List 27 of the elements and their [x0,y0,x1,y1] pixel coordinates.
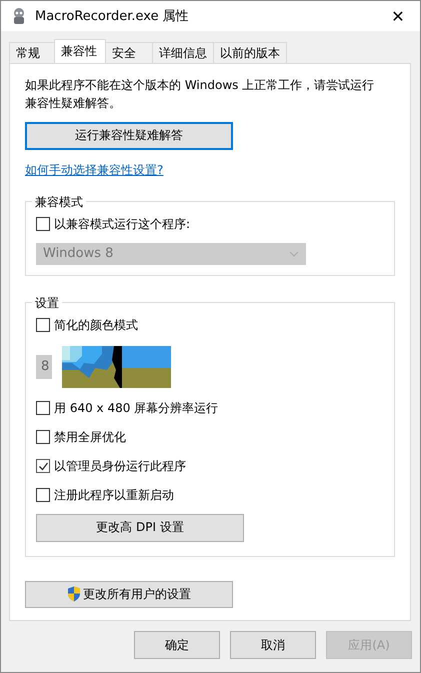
tab[interactable]: 常规 [9,42,57,63]
troubleshoot-button[interactable]: 运行兼容性疑难解答 [25,122,233,150]
chevron-down-icon [289,250,299,257]
checkbox[interactable] [36,430,50,444]
checkbox[interactable] [36,217,50,232]
help-link[interactable]: 如何手动选择兼容性设置? [25,162,164,179]
dialog-button[interactable]: 确定 [134,631,220,659]
dpi-settings-button[interactable]: 更改高 DPI 设置 [36,514,244,542]
all-users-button[interactable]: 更改所有用户的设置 [25,580,233,608]
checkbox[interactable] [36,401,50,416]
window-title: MacroRecorder.exe 属性 [35,8,190,25]
checkbox[interactable] [36,459,50,474]
checkbox[interactable] [36,318,50,332]
robot-icon [11,7,27,25]
checkbox-label: 注册此程序以重新启动 [54,486,174,504]
checkbox-label: 简化的颜色模式 [54,316,138,334]
shield-icon [67,586,81,602]
intro-text: 如果此程序不能在这个版本的 Windows 上正常工作，请尝试运行兼容性疑难解答。 [25,77,376,112]
checkbox-label: 用 640 x 480 屏幕分辨率运行 [54,400,218,417]
checkbox-label: 禁用全屏优化 [54,428,126,446]
tab[interactable]: 兼容性 [54,39,106,63]
checkbox-label: 以兼容模式运行这个程序: [54,216,190,233]
tab[interactable]: 以前的版本 [213,42,287,63]
checkbox-label: 以管理员身份运行此程序 [54,458,186,475]
dialog-button[interactable]: 取消 [230,631,316,659]
checkbox[interactable] [36,488,50,502]
close-button[interactable]: ✕ [376,1,420,31]
